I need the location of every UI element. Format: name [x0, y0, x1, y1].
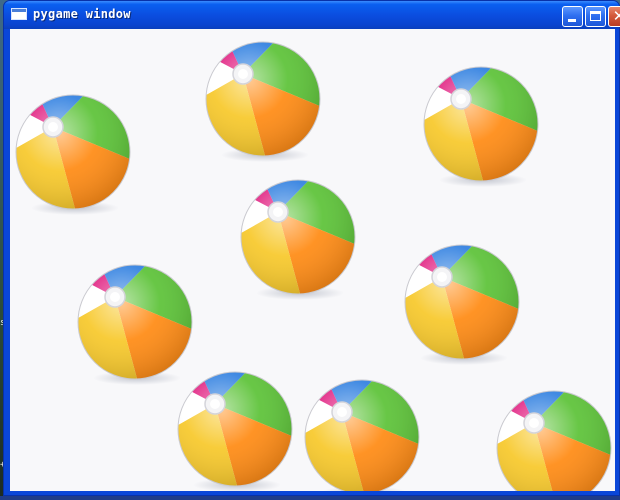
beach-ball-icon	[421, 64, 541, 189]
beach-ball-icon	[402, 242, 522, 367]
minimize-button[interactable]	[562, 6, 583, 27]
beach-ball-icon	[494, 388, 614, 491]
game-canvas[interactable]	[10, 29, 615, 491]
beach-ball-icon	[175, 369, 295, 491]
maximize-button[interactable]	[585, 6, 606, 27]
maximize-icon	[590, 11, 601, 21]
beach-ball-icon	[13, 92, 133, 217]
beach-ball-icon	[203, 39, 323, 164]
taskbar-edge	[0, 496, 620, 500]
title-bar[interactable]: pygame window ✕	[4, 1, 620, 29]
window-title: pygame window	[33, 7, 131, 21]
app-window-icon	[11, 8, 27, 20]
beach-ball-icon	[238, 177, 358, 302]
close-icon: ✕	[612, 7, 620, 25]
beach-ball-icon	[302, 377, 422, 491]
pygame-window[interactable]: pygame window ✕	[3, 0, 620, 496]
close-button[interactable]: ✕	[608, 6, 620, 27]
minimize-icon	[568, 19, 576, 22]
